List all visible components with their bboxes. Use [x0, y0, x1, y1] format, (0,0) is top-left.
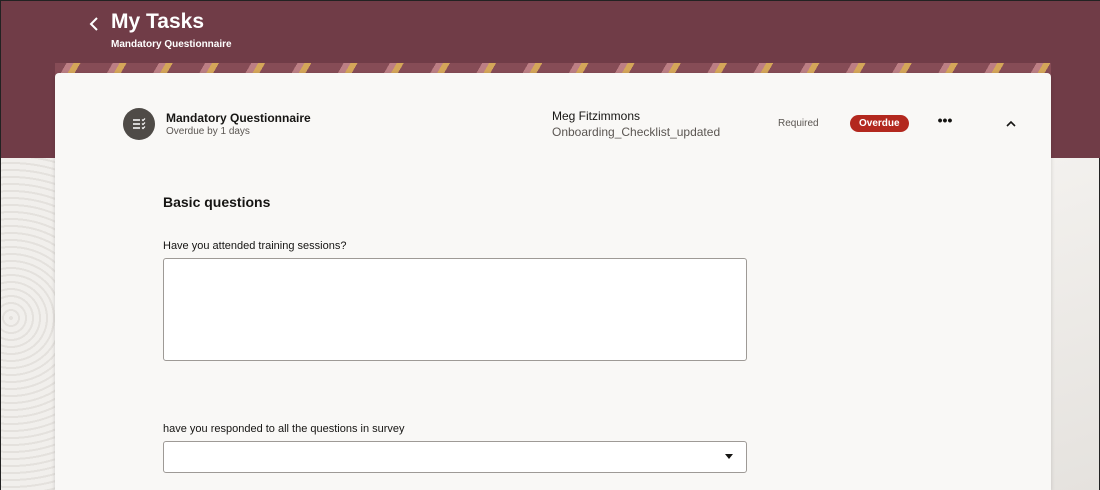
- task-overdue-text: Overdue by 1 days: [166, 126, 250, 137]
- page-subtitle: Mandatory Questionnaire: [111, 39, 232, 50]
- chevron-left-icon: [89, 17, 98, 31]
- collapse-button[interactable]: [1003, 116, 1019, 130]
- task-card: Mandatory Questionnaire Overdue by 1 day…: [55, 73, 1051, 490]
- checklist-icon: [123, 108, 155, 140]
- question-label: Have you attended training sessions?: [163, 240, 347, 252]
- checklist-name: Onboarding_Checklist_updated: [552, 125, 721, 139]
- survey-response-select[interactable]: [163, 441, 747, 473]
- back-button[interactable]: [85, 13, 103, 35]
- page-title: My Tasks: [111, 10, 204, 33]
- background-pattern-right: [1049, 158, 1099, 490]
- section-title: Basic questions: [163, 194, 271, 210]
- assignee-name: Meg Fitzimmons: [552, 109, 641, 123]
- ellipsis-icon: •••: [937, 112, 953, 128]
- question-label: have you responded to all the questions …: [163, 423, 405, 435]
- caret-down-icon: [725, 454, 733, 459]
- more-actions-button[interactable]: •••: [935, 112, 955, 131]
- training-answer-textarea[interactable]: [163, 258, 747, 361]
- task-name: Mandatory Questionnaire: [166, 111, 311, 125]
- chevron-up-icon: [1006, 120, 1016, 127]
- background-pattern-left: [1, 158, 55, 490]
- status-badge: Overdue: [850, 115, 909, 132]
- requirement-label: Required: [778, 118, 819, 129]
